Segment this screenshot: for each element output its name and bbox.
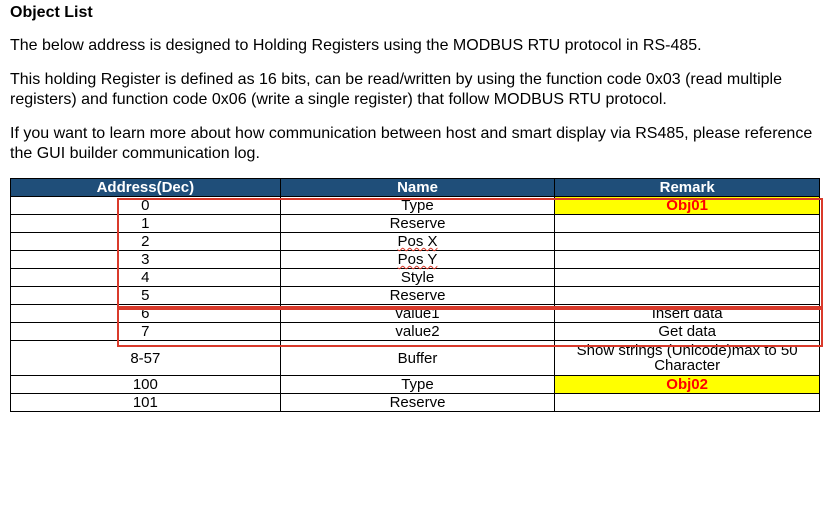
col-header-remark: Remark bbox=[555, 179, 820, 197]
cell-remark bbox=[555, 287, 820, 305]
table-row: 7value2Get data bbox=[11, 323, 820, 341]
cell-address: 0 bbox=[11, 197, 281, 215]
cell-address: 4 bbox=[11, 269, 281, 287]
cell-name: Style bbox=[280, 269, 555, 287]
cell-address: 100 bbox=[11, 376, 281, 394]
cell-address: 7 bbox=[11, 323, 281, 341]
cell-remark bbox=[555, 251, 820, 269]
cell-remark: Insert data bbox=[555, 305, 820, 323]
cell-name: Type bbox=[280, 376, 555, 394]
object-list-table: Address(Dec) Name Remark 0TypeObj011Rese… bbox=[10, 178, 820, 412]
cell-address: 101 bbox=[11, 394, 281, 412]
cell-name: value2 bbox=[280, 323, 555, 341]
cell-remark bbox=[555, 233, 820, 251]
cell-name: Buffer bbox=[280, 341, 555, 376]
col-header-address: Address(Dec) bbox=[11, 179, 281, 197]
table-row: 101Reserve bbox=[11, 394, 820, 412]
table-row: 0TypeObj01 bbox=[11, 197, 820, 215]
table-row: 2Pos X bbox=[11, 233, 820, 251]
cell-remark: Get data bbox=[555, 323, 820, 341]
cell-address: 6 bbox=[11, 305, 281, 323]
cell-address: 2 bbox=[11, 233, 281, 251]
col-header-name: Name bbox=[280, 179, 555, 197]
table-row: 3Pos Y bbox=[11, 251, 820, 269]
paragraph-1: The below address is designed to Holding… bbox=[10, 36, 820, 56]
cell-remark: Show strings (Unicode)max to 50 Characte… bbox=[555, 341, 820, 376]
table-row: 8-57BufferShow strings (Unicode)max to 5… bbox=[11, 341, 820, 376]
paragraph-3: If you want to learn more about how comm… bbox=[10, 124, 820, 164]
cell-name: value1 bbox=[280, 305, 555, 323]
cell-remark bbox=[555, 394, 820, 412]
table-row: 4Style bbox=[11, 269, 820, 287]
cell-remark: Obj01 bbox=[555, 197, 820, 215]
cell-name: Pos X bbox=[280, 233, 555, 251]
cell-remark: Obj02 bbox=[555, 376, 820, 394]
cell-remark bbox=[555, 269, 820, 287]
cell-address: 1 bbox=[11, 215, 281, 233]
section-heading: Object List bbox=[10, 4, 820, 22]
cell-remark bbox=[555, 215, 820, 233]
paragraph-2: This holding Register is defined as 16 b… bbox=[10, 70, 820, 110]
cell-name: Pos Y bbox=[280, 251, 555, 269]
table-row: 1Reserve bbox=[11, 215, 820, 233]
cell-address: 5 bbox=[11, 287, 281, 305]
table-row: 100TypeObj02 bbox=[11, 376, 820, 394]
table-header-row: Address(Dec) Name Remark bbox=[11, 179, 820, 197]
cell-name: Type bbox=[280, 197, 555, 215]
table-row: 6value1Insert data bbox=[11, 305, 820, 323]
cell-address: 3 bbox=[11, 251, 281, 269]
cell-name: Reserve bbox=[280, 394, 555, 412]
cell-name: Reserve bbox=[280, 287, 555, 305]
cell-address: 8-57 bbox=[11, 341, 281, 376]
table-row: 5Reserve bbox=[11, 287, 820, 305]
cell-name: Reserve bbox=[280, 215, 555, 233]
